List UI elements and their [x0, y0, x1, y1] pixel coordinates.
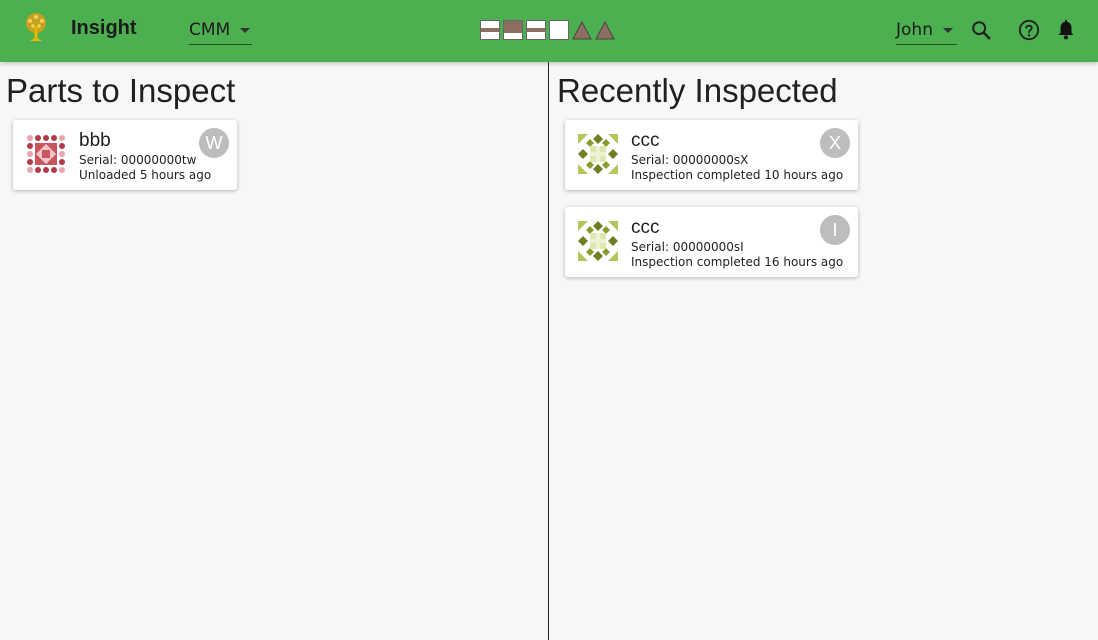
help-circle-icon[interactable]: [1018, 19, 1040, 41]
parts-to-inspect-panel: Parts to Inspect bbb Serial: 00000000tw …: [0, 62, 549, 640]
station-select-value: CMM: [189, 20, 231, 40]
status-time: Inspection completed 16 hours ago: [631, 255, 844, 269]
part-pattern-icon: [27, 135, 65, 173]
part-name: bbb: [79, 130, 111, 151]
status-triangle-icon: [595, 20, 615, 40]
machine-status-strip: [480, 20, 615, 40]
app-title: Insight: [71, 17, 137, 39]
part-name: ccc: [631, 130, 660, 151]
app-bar: Insight CMM John: [0, 0, 1098, 62]
status-box-filled-icon: [503, 20, 523, 40]
status-time: Unloaded 5 hours ago: [79, 168, 212, 182]
serial-number: Serial: 00000000tw: [79, 153, 197, 167]
status-box-icon: [526, 20, 546, 40]
serial-number: Serial: 00000000sX: [631, 153, 749, 167]
tree-logo-icon: [26, 13, 46, 41]
status-time: Inspection completed 10 hours ago: [631, 168, 844, 182]
recently-inspected-panel: Recently Inspected ccc Serial: 00000000s…: [549, 62, 1098, 640]
station-select[interactable]: CMM: [189, 16, 252, 45]
recently-inspected-heading: Recently Inspected: [557, 72, 838, 109]
part-pattern-icon: [578, 134, 618, 174]
part-pattern-icon: [578, 221, 618, 261]
part-card[interactable]: ccc Serial: 00000000sX Inspection comple…: [565, 120, 858, 190]
status-triangle-icon: [572, 20, 592, 40]
parts-to-inspect-heading: Parts to Inspect: [6, 72, 236, 109]
part-name: ccc: [631, 217, 660, 238]
bell-icon[interactable]: [1055, 19, 1077, 41]
status-box-empty-icon: [549, 20, 569, 40]
operator-avatar: X: [820, 128, 850, 158]
part-card[interactable]: ccc Serial: 00000000sI Inspection comple…: [565, 207, 858, 277]
operator-select[interactable]: John: [896, 16, 957, 45]
chevron-down-icon: [942, 27, 953, 33]
part-card[interactable]: bbb Serial: 00000000tw Unloaded 5 hours …: [13, 120, 237, 190]
operator-avatar: I: [820, 215, 850, 245]
search-icon[interactable]: [970, 19, 992, 41]
serial-number: Serial: 00000000sI: [631, 240, 744, 254]
chevron-down-icon: [240, 27, 251, 33]
status-box-icon: [480, 20, 500, 40]
operator-avatar: W: [199, 128, 229, 158]
operator-name: John: [896, 20, 933, 40]
